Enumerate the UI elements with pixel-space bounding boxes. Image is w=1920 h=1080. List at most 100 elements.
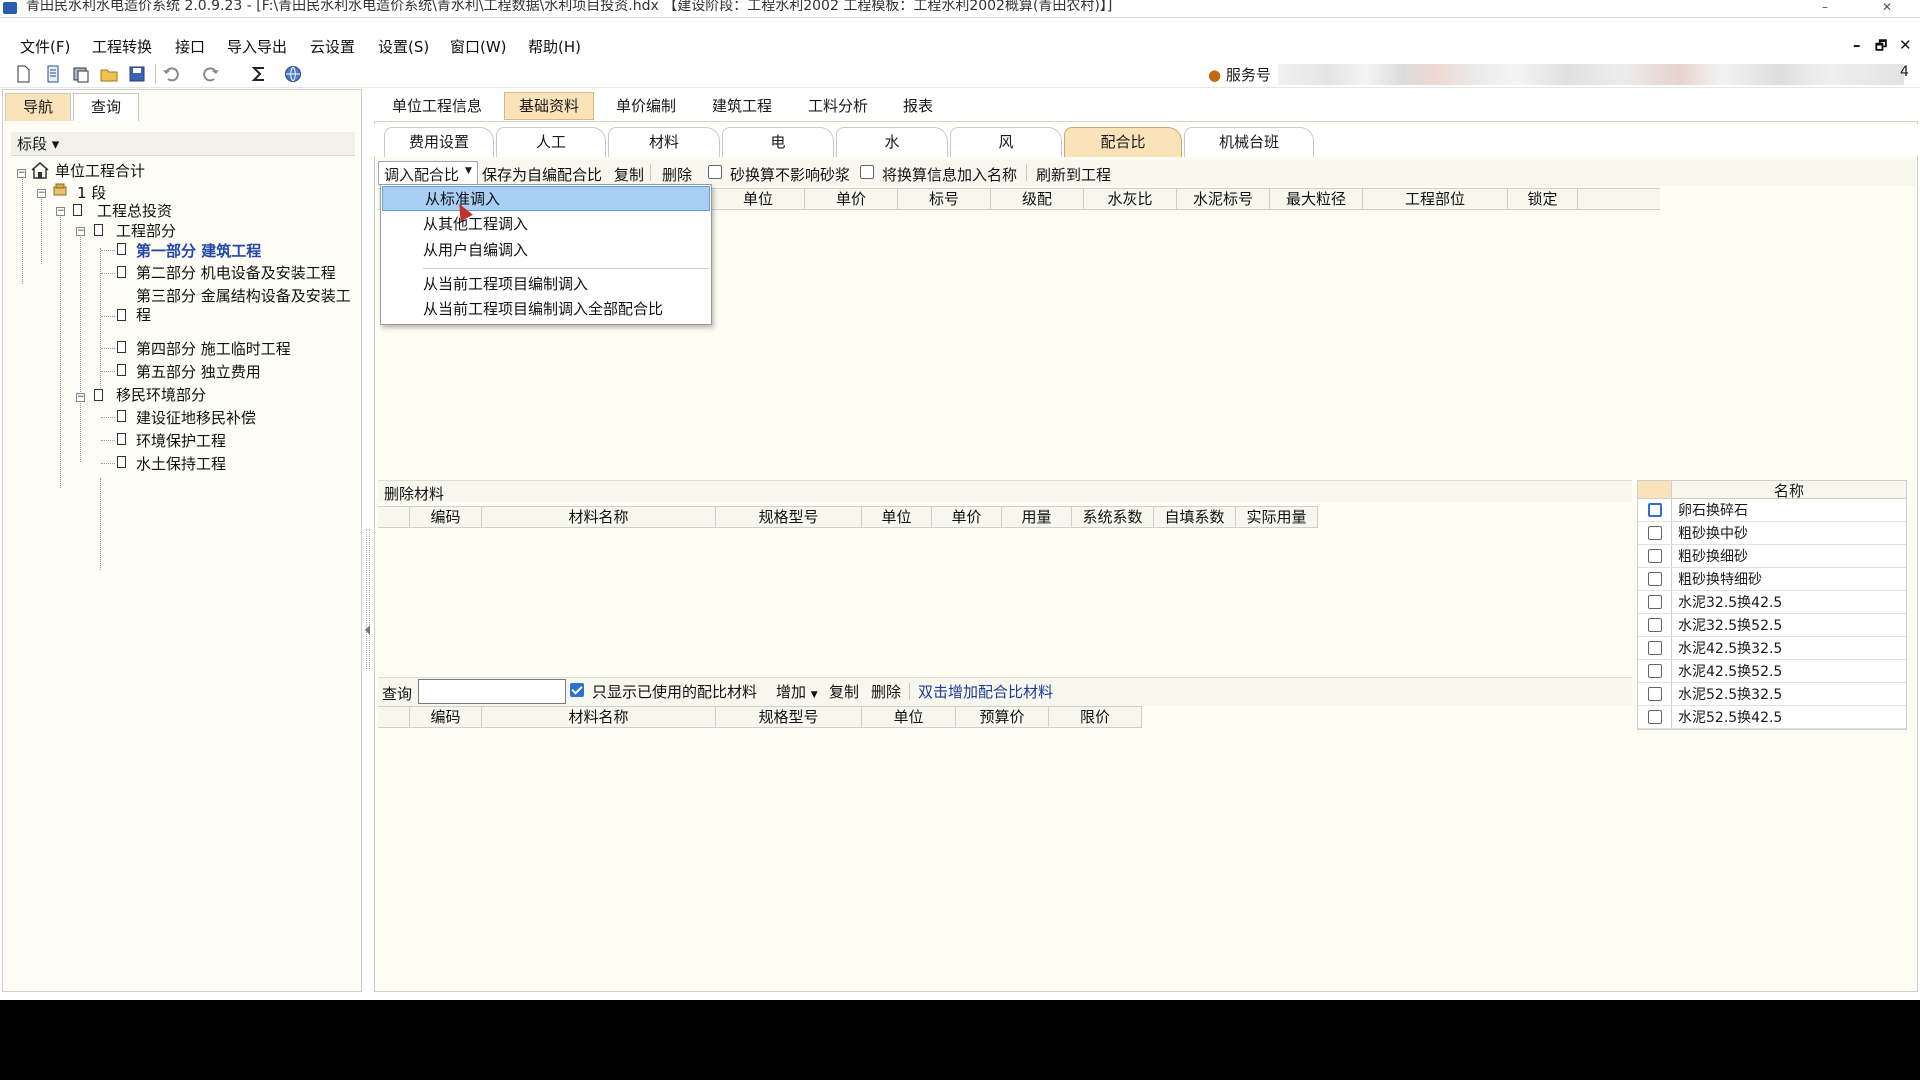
mdi-minimize-icon[interactable]: –	[1853, 36, 1861, 54]
save-as-icon[interactable]	[72, 65, 90, 83]
header-grade[interactable]: 标号	[898, 189, 991, 210]
sigma-icon[interactable]	[250, 65, 268, 83]
collapse-toggle[interactable]: −	[56, 207, 65, 216]
tree-node-total-investment[interactable]: 工程总投资	[97, 200, 172, 221]
tab-unit-info[interactable]: 单位工程信息	[384, 92, 490, 120]
conversion-checkbox[interactable]	[1648, 526, 1662, 540]
conversion-checkbox[interactable]	[1648, 503, 1662, 517]
conversion-checkbox[interactable]	[1648, 641, 1662, 655]
header-unit[interactable]: 单位	[712, 189, 805, 210]
tree-node-part-4[interactable]: 第四部分 施工临时工程	[136, 338, 291, 359]
list-item[interactable]: 水泥52.5换32.5	[1638, 683, 1906, 706]
query-input[interactable]	[418, 679, 566, 704]
conversion-checkbox[interactable]	[1648, 687, 1662, 701]
tree-node-total[interactable]: 单位工程合计	[55, 160, 145, 181]
new-icon[interactable]	[14, 65, 32, 83]
tab-building[interactable]: 建筑工程	[702, 92, 782, 120]
tree-node-part-5[interactable]: 第五部分 独立费用	[136, 361, 261, 382]
collapse-toggle[interactable]: −	[37, 189, 46, 198]
menu-import-export[interactable]: 导入导出	[227, 36, 287, 57]
tree-node-migration-env[interactable]: 移民环境部分	[116, 384, 206, 405]
menu-interface[interactable]: 接口	[175, 36, 205, 57]
list-item[interactable]: 水泥52.5换42.5	[1638, 706, 1906, 729]
menu-help[interactable]: 帮助(H)	[528, 36, 581, 57]
menu-import-current-project[interactable]: 从当前工程项目编制调入	[381, 272, 711, 297]
tree-node-part-2[interactable]: 第二部分 机电设备及安装工程	[136, 262, 336, 283]
header-spec[interactable]: 规格型号	[716, 707, 862, 728]
list-item[interactable]: 卵石换碎石	[1638, 499, 1906, 522]
delete-button[interactable]: 删除	[662, 164, 692, 185]
menu-settings[interactable]: 设置(S)	[378, 36, 429, 57]
tab-reports[interactable]: 报表	[888, 92, 948, 120]
tab-basic-data[interactable]: 基础资料	[504, 92, 594, 120]
conversion-checkbox[interactable]	[1648, 618, 1662, 632]
only-used-checkbox[interactable]	[570, 683, 584, 697]
list-item[interactable]: 水泥32.5换42.5	[1638, 591, 1906, 614]
header-actual-quantity[interactable]: 实际用量	[1236, 507, 1318, 528]
header-price[interactable]: 单价	[805, 189, 898, 210]
menu-import-current-project-all[interactable]: 从当前工程项目编制调入全部配合比	[381, 297, 711, 322]
header-price[interactable]: 单价	[932, 507, 1002, 528]
refresh-to-project-button[interactable]: 刷新到工程	[1036, 164, 1111, 185]
tab-navigation[interactable]: 导航	[5, 93, 71, 121]
conversion-checkbox[interactable]	[1648, 664, 1662, 678]
panel-splitter[interactable]	[363, 89, 373, 992]
header-work-part[interactable]: 工程部位	[1363, 189, 1508, 210]
header-price-limit[interactable]: 限价	[1049, 707, 1142, 728]
save-custom-mix-button[interactable]: 保存为自编配合比	[482, 164, 602, 185]
conversion-checkbox[interactable]	[1648, 710, 1662, 724]
copy-material-button[interactable]: 复制	[829, 681, 859, 702]
menu-file[interactable]: 文件(F)	[20, 36, 70, 57]
redo-icon[interactable]	[202, 65, 220, 83]
tree-node-part-1[interactable]: 第一部分 建筑工程	[136, 240, 261, 261]
header-lock[interactable]: 锁定	[1508, 189, 1578, 210]
collapse-toggle[interactable]: −	[76, 393, 85, 402]
tree-node-soil-water[interactable]: 水土保持工程	[136, 453, 226, 474]
mdi-restore-icon[interactable]: 🗗	[1875, 37, 1887, 59]
menu-import-other-project[interactable]: 从其他工程调入	[381, 212, 711, 237]
subtab-electricity[interactable]: 电	[722, 127, 834, 157]
subtab-machinery[interactable]: 机械台班	[1184, 127, 1314, 157]
globe-icon[interactable]	[284, 65, 302, 83]
mdi-close-icon[interactable]: ✕	[1899, 36, 1912, 54]
tree-node-engineering[interactable]: 工程部分	[116, 220, 176, 241]
subtab-labor[interactable]: 人工	[496, 127, 606, 157]
delete-material-button[interactable]: 删除材料	[384, 483, 444, 504]
menu-project-convert[interactable]: 工程转换	[92, 36, 152, 57]
save-icon[interactable]	[128, 65, 146, 83]
delete-material-button-2[interactable]: 删除	[871, 681, 901, 702]
import-mix-dropdown[interactable]: 调入配合比 ▼	[378, 161, 478, 185]
header-cement-grade[interactable]: 水泥标号	[1177, 189, 1270, 210]
tab-query[interactable]: 查询	[73, 93, 139, 121]
collapse-toggle[interactable]: −	[17, 169, 26, 178]
header-quantity[interactable]: 用量	[1002, 507, 1072, 528]
header-unit[interactable]: 单位	[862, 507, 932, 528]
minimize-icon[interactable]: –	[1822, 0, 1828, 14]
tree-node-env-protection[interactable]: 环境保护工程	[136, 430, 226, 451]
append-conversion-checkbox[interactable]	[860, 165, 874, 179]
segment-selector[interactable]: 标段 ▾	[11, 132, 355, 156]
folder-open-icon[interactable]	[100, 65, 118, 83]
header-material-name[interactable]: 材料名称	[482, 507, 716, 528]
conversion-checkbox[interactable]	[1648, 595, 1662, 609]
menu-import-user-custom[interactable]: 从用户自编调入	[381, 238, 711, 263]
list-item[interactable]: 粗砂换特细砂	[1638, 568, 1906, 591]
header-wc-ratio[interactable]: 水灰比	[1084, 189, 1177, 210]
list-item[interactable]: 粗砂换中砂	[1638, 522, 1906, 545]
tree-node-land-compensation[interactable]: 建设征地移民补偿	[136, 407, 256, 428]
menu-window[interactable]: 窗口(W)	[450, 36, 507, 57]
list-item[interactable]: 水泥42.5换32.5	[1638, 637, 1906, 660]
header-max-size[interactable]: 最大粒径	[1270, 189, 1363, 210]
menu-cloud-settings[interactable]: 云设置	[310, 36, 355, 57]
list-item[interactable]: 粗砂换细砂	[1638, 545, 1906, 568]
header-unit[interactable]: 单位	[862, 707, 956, 728]
subtab-air[interactable]: 风	[950, 127, 1062, 157]
header-custom-coef[interactable]: 自填系数	[1154, 507, 1236, 528]
list-item[interactable]: 水泥32.5换52.5	[1638, 614, 1906, 637]
header-material-name[interactable]: 材料名称	[482, 707, 716, 728]
header-gradation[interactable]: 级配	[991, 189, 1084, 210]
add-button[interactable]: 增加 ▼	[776, 681, 818, 702]
undo-icon[interactable]	[162, 65, 180, 83]
header-name[interactable]: 名称	[1673, 480, 1905, 501]
list-item[interactable]: 水泥42.5换52.5	[1638, 660, 1906, 683]
